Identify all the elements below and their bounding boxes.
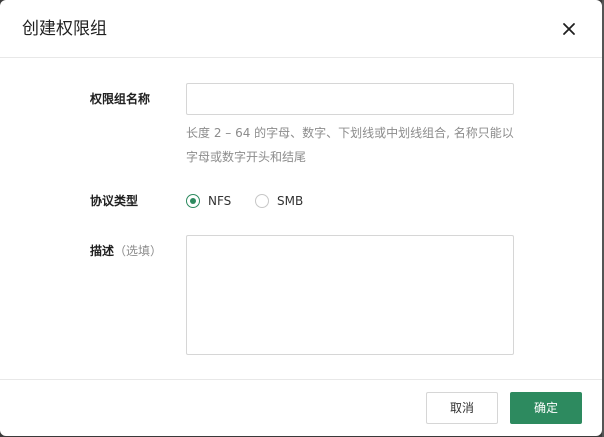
description-textarea[interactable] (186, 235, 514, 355)
create-permission-group-dialog: 创建权限组 权限组名称 长度 2 – 64 的字母、数字、下划线或中划线组合, … (0, 0, 602, 436)
name-label: 权限组名称 (90, 92, 151, 106)
radio-unchecked-icon (255, 194, 269, 208)
name-hint: 长度 2 – 64 的字母、数字、下划线或中划线组合, 名称只能以字母或数字开头… (186, 126, 514, 164)
dialog-header: 创建权限组 (0, 0, 602, 58)
dialog-title: 创建权限组 (22, 19, 107, 39)
radio-label-nfs: NFS (208, 194, 232, 208)
description-label-text: 描述 (90, 244, 115, 258)
cancel-button[interactable]: 取消 (426, 392, 498, 424)
close-button[interactable] (561, 21, 577, 37)
protocol-label: 协议类型 (90, 194, 139, 208)
radio-label-smb: SMB (277, 194, 304, 208)
ok-button[interactable]: 确定 (510, 392, 582, 424)
close-icon (563, 23, 575, 35)
description-label: 描述（选填） (90, 243, 162, 259)
protocol-radio-nfs[interactable]: NFS (186, 193, 231, 209)
protocol-radio-smb[interactable]: SMB (255, 193, 303, 209)
description-optional-text: （选填） (114, 244, 163, 258)
name-input[interactable] (186, 83, 514, 115)
radio-checked-icon (186, 194, 200, 208)
dialog-footer: 取消 确定 (0, 379, 602, 436)
